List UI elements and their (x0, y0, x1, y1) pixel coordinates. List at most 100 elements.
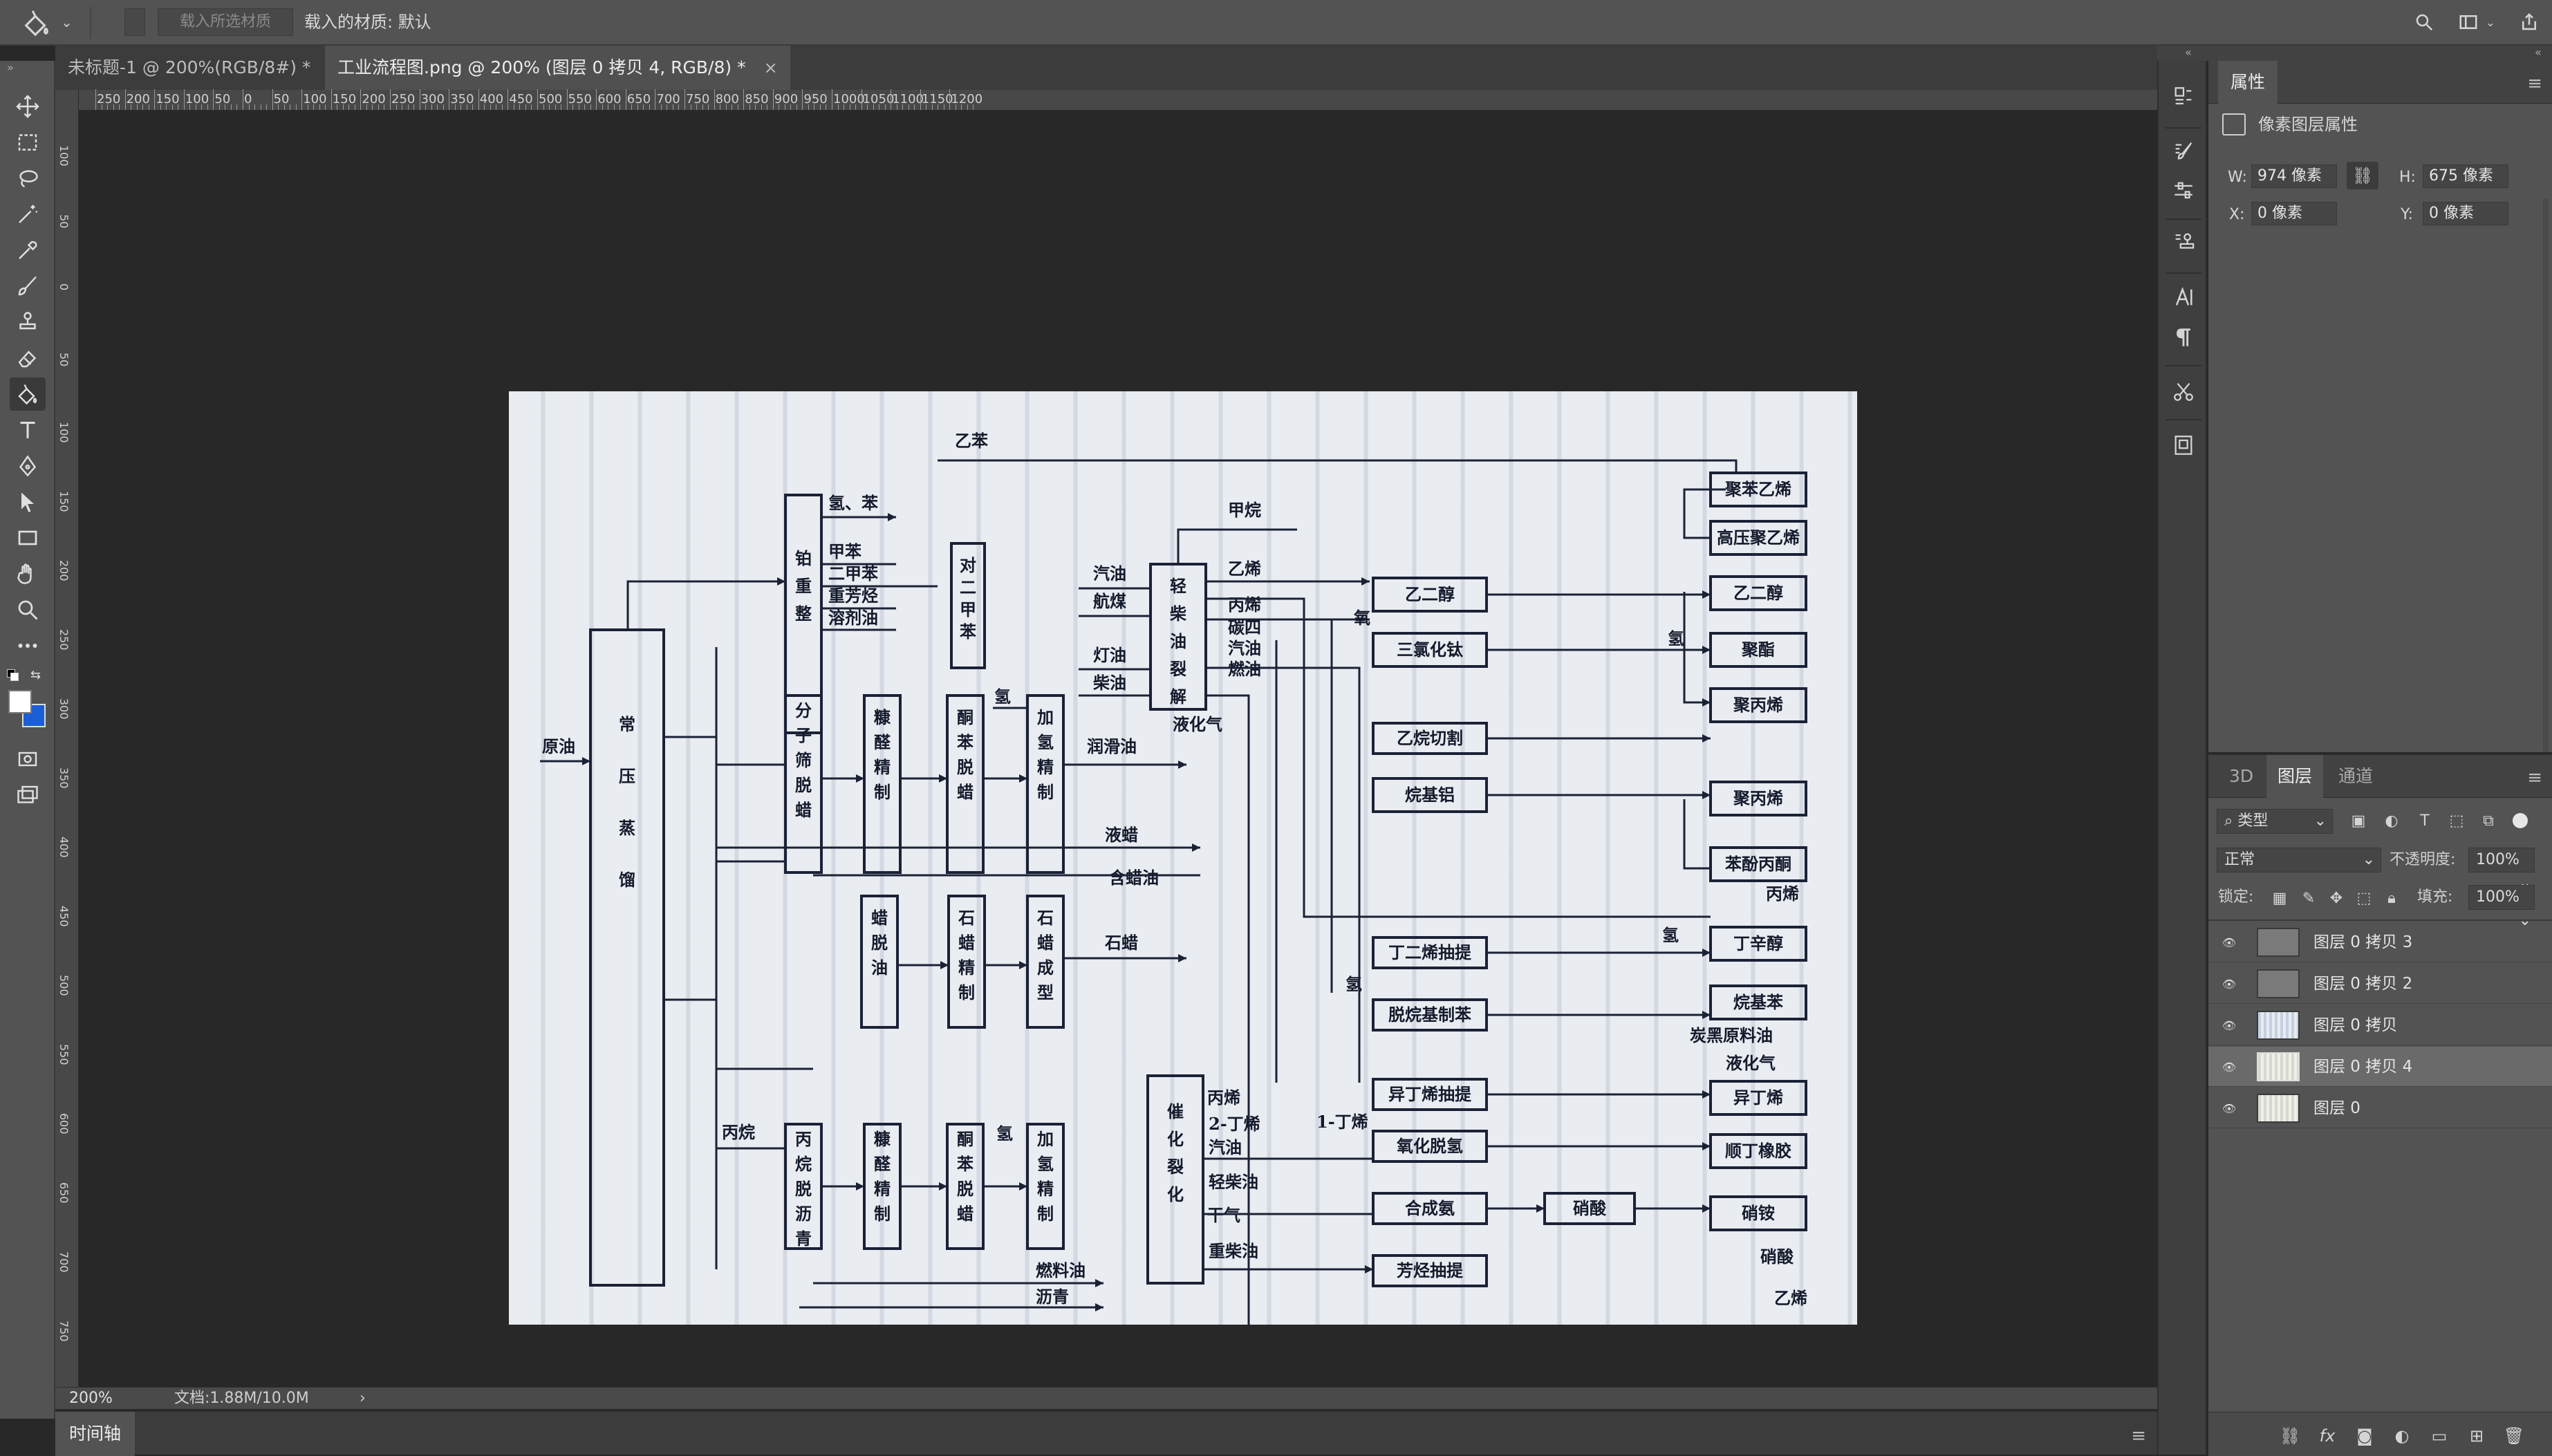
fill-field[interactable]: 100% ⌄ (2468, 885, 2535, 929)
layer-name[interactable]: 图层 0 拷贝 (2313, 1005, 2397, 1045)
canvas-area[interactable]: 原油常压蒸馏铂重整氢、苯 甲苯 二甲苯 重芳烃 溶剂油对二甲苯乙苯分子筛脱蜡糠醛精制酮苯… (79, 111, 2157, 1387)
brush-tool-icon[interactable] (10, 270, 46, 303)
layer-row[interactable]: 👁︎ 图层 0 拷贝 4 (2208, 1047, 2552, 1087)
brush-settings-icon[interactable] (2168, 136, 2199, 166)
eye-icon[interactable]: 👁︎ (2218, 932, 2240, 953)
tab-channels[interactable]: 通道 (2327, 755, 2384, 798)
fx-icon[interactable]: fx (2315, 1424, 2340, 1448)
tab-timeline[interactable]: 时间轴 (55, 1412, 136, 1456)
layer-name[interactable]: 图层 0 (2313, 1088, 2360, 1128)
eyedropper-tool-icon[interactable] (10, 234, 46, 267)
svg-text:脱: 脱 (957, 1179, 974, 1199)
swap-colors-icon[interactable]: ⇆ (30, 668, 41, 682)
x-field[interactable]: 0 像素 (2251, 202, 2337, 225)
layer-row[interactable]: 👁︎ 图层 0 (2208, 1088, 2552, 1128)
material-picker-button[interactable] (124, 8, 145, 36)
new-layer-icon[interactable]: ⊞ (2464, 1424, 2489, 1448)
workspace-icon[interactable] (2453, 7, 2484, 37)
eye-icon[interactable]: 👁︎ (2218, 973, 2240, 994)
quick-mask-icon[interactable] (10, 743, 46, 776)
collapse-right-icon[interactable]: « (2535, 46, 2542, 59)
move-tool-icon[interactable] (10, 90, 46, 123)
lock-transparent-icon[interactable]: ▦ (2268, 886, 2291, 910)
filter-type-icon[interactable]: T (2413, 809, 2437, 832)
vertical-ruler[interactable]: 100 50 0 50 100 150 200 250 300 350 400 450 500 550 60… (55, 90, 79, 1387)
tab-properties[interactable]: 属性 (2218, 61, 2278, 104)
paragraph-icon[interactable] (2168, 322, 2199, 353)
screen-mode-icon[interactable] (10, 778, 46, 812)
add-mask-icon[interactable]: ◙ (2352, 1424, 2377, 1448)
type-tool-icon[interactable] (10, 413, 46, 447)
clone-source-icon[interactable] (2168, 227, 2199, 257)
adjustment-layer-icon[interactable]: ◐ (2390, 1424, 2414, 1448)
document-image[interactable]: 原油常压蒸馏铂重整氢、苯 甲苯 二甲苯 重芳烃 溶剂油对二甲苯乙苯分子筛脱蜡糠醛精制酮苯… (509, 391, 1857, 1325)
pen-tool-icon[interactable] (10, 449, 46, 483)
layer-name[interactable]: 图层 0 拷贝 3 (2313, 922, 2412, 962)
collapse-arrows-icon[interactable]: » (7, 61, 14, 74)
paint-bucket-tool-icon[interactable] (10, 377, 46, 411)
foreground-color-swatch[interactable] (8, 690, 32, 713)
layer-row[interactable]: 👁︎ 图层 0 拷贝 3 (2208, 922, 2552, 962)
doc-tab-flowchart[interactable]: 工业流程图.png @ 200% (图层 0 拷贝 4, RGB/8) * × (325, 46, 790, 90)
trash-icon[interactable]: 🗑︎ (2502, 1424, 2526, 1448)
eye-icon[interactable]: 👁︎ (2218, 1098, 2240, 1119)
marquee-tool-icon[interactable] (10, 126, 46, 159)
filter-pixel-icon[interactable]: ▣ (2347, 809, 2370, 832)
width-field[interactable]: 974 像素 (2251, 165, 2337, 188)
lock-pixels-icon[interactable]: ✎ (2297, 886, 2320, 910)
scrollbar[interactable] (2543, 199, 2549, 752)
history-icon[interactable] (2168, 82, 2199, 112)
link-dimensions-icon[interactable]: ⛓ (2347, 162, 2378, 189)
panel-menu-icon[interactable]: ≡ (2527, 767, 2542, 788)
share-icon[interactable] (2514, 7, 2544, 37)
lock-all-icon[interactable]: 🔒︎ (2380, 886, 2403, 910)
chevron-down-icon[interactable]: ⌄ (2482, 7, 2499, 37)
lock-position-icon[interactable]: ✥ (2325, 886, 2348, 910)
load-selected-material-button[interactable]: 载入所选材质 (158, 8, 293, 36)
horizontal-ruler[interactable]: 250 200 150 100 50 0 50 100 150 200 250 300 350 400 45… (55, 89, 2157, 111)
more-tools-icon[interactable] (10, 629, 46, 662)
eye-icon[interactable]: 👁︎ (2218, 1015, 2240, 1036)
opacity-field[interactable]: 100% ⌄ (2468, 848, 2535, 892)
hand-tool-icon[interactable] (10, 557, 46, 590)
layer-name[interactable]: 图层 0 拷贝 2 (2313, 964, 2412, 1004)
character-icon[interactable] (2168, 282, 2199, 312)
default-colors-icon[interactable] (7, 669, 21, 683)
lasso-tool-icon[interactable] (10, 162, 46, 195)
adjustments-icon[interactable] (2168, 176, 2199, 206)
eye-icon[interactable]: 👁︎ (2218, 1056, 2240, 1077)
panel-menu-icon[interactable]: ≡ (2527, 73, 2542, 94)
height-field[interactable]: 675 像素 (2423, 165, 2508, 188)
filter-adjustment-icon[interactable]: ◐ (2380, 809, 2403, 832)
search-icon[interactable] (2409, 7, 2439, 37)
layer-row[interactable]: 👁︎ 图层 0 拷贝 (2208, 1005, 2552, 1045)
tab-layers[interactable]: 图层 (2266, 755, 2324, 798)
layer-name[interactable]: 图层 0 拷贝 4 (2313, 1047, 2412, 1087)
eraser-tool-icon[interactable] (10, 342, 46, 375)
tab-3d[interactable]: 3D (2218, 755, 2264, 798)
filter-toggle-icon[interactable] (2513, 813, 2528, 828)
tools-icon[interactable] (2168, 376, 2199, 407)
rectangle-tool-icon[interactable] (10, 521, 46, 554)
filter-smart-object-icon[interactable]: ⧉ (2477, 809, 2500, 832)
status-menu-arrow[interactable]: › (360, 1388, 366, 1410)
y-field[interactable]: 0 像素 (2423, 202, 2508, 225)
layer-filter-select[interactable]: ⌕ 类型 ⌄ (2217, 809, 2333, 834)
stamp-tool-icon[interactable] (10, 306, 46, 339)
close-icon[interactable]: × (764, 46, 778, 90)
path-selection-tool-icon[interactable] (10, 485, 46, 519)
zoom-tool-icon[interactable] (10, 593, 46, 626)
libraries-icon[interactable] (2168, 430, 2199, 460)
doc-tab-untitled[interactable]: 未标题-1 @ 200%(RGB/8#) * × (55, 46, 355, 90)
layer-row[interactable]: 👁︎ 图层 0 拷贝 2 (2208, 964, 2552, 1004)
filter-shape-icon[interactable]: ⬚ (2445, 809, 2468, 832)
collapse-left-icon[interactable]: « (2185, 46, 2192, 59)
zoom-level[interactable]: 200% (69, 1388, 113, 1410)
panel-menu-icon[interactable]: ≡ (2131, 1426, 2146, 1446)
blend-mode-select[interactable]: 正常 ⌄ (2217, 848, 2381, 872)
new-group-icon[interactable]: ▭ (2427, 1424, 2452, 1448)
magic-wand-tool-icon[interactable] (10, 198, 46, 231)
link-layers-icon[interactable]: ⛓ (2278, 1424, 2302, 1448)
lock-artboard-icon[interactable]: ⬚ (2352, 886, 2376, 910)
chevron-down-icon[interactable]: ⌄ (61, 14, 75, 30)
